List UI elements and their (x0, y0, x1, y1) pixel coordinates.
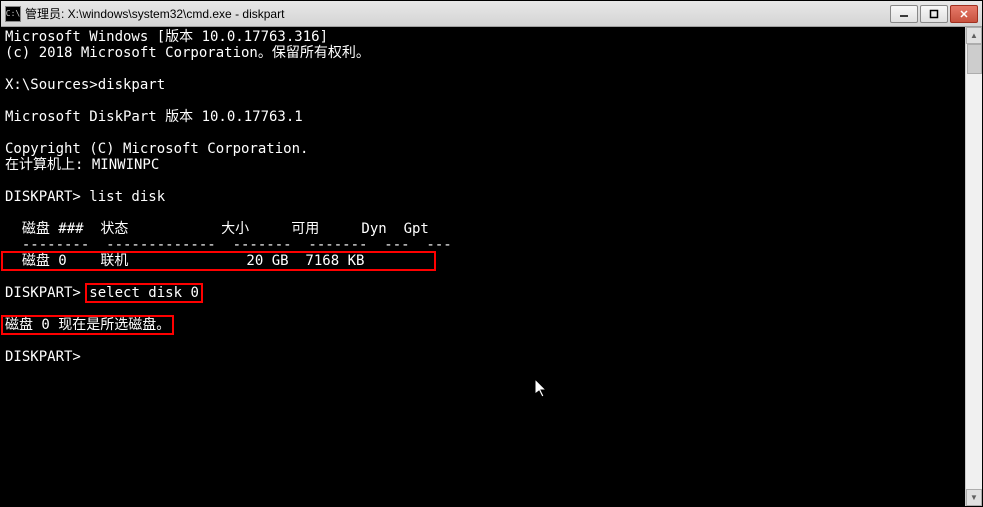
output-line (5, 205, 965, 221)
console-output[interactable]: Microsoft Windows [版本 10.0.17763.316](c)… (1, 27, 965, 506)
scroll-down-button[interactable]: ▼ (966, 489, 982, 506)
scroll-up-button[interactable]: ▲ (966, 27, 982, 44)
highlight-box: 磁盘 0 联机 20 GB 7168 KB (1, 251, 436, 271)
highlighted-disk-row: 磁盘 0 联机 20 GB 7168 KB (5, 253, 965, 269)
output-line: 在计算机上: MINWINPC (5, 157, 965, 173)
console-area: Microsoft Windows [版本 10.0.17763.316](c)… (1, 27, 982, 506)
vertical-scrollbar[interactable]: ▲ ▼ (965, 27, 982, 506)
output-line (5, 125, 965, 141)
output-line (5, 61, 965, 77)
output-line (5, 93, 965, 109)
cmd-window: C:\ 管理员: X:\windows\system32\cmd.exe - d… (1, 1, 982, 506)
highlighted-command: select disk 0 (85, 283, 203, 303)
close-button[interactable] (950, 5, 978, 23)
highlight-box: 磁盘 0 现在是所选磁盘。 (1, 315, 174, 335)
output-line: Copyright (C) Microsoft Corporation. (5, 141, 965, 157)
window-controls (890, 5, 978, 23)
output-line: (c) 2018 Microsoft Corporation。保留所有权利。 (5, 45, 965, 61)
minimize-button[interactable] (890, 5, 918, 23)
output-line: Microsoft Windows [版本 10.0.17763.316] (5, 29, 965, 45)
output-line: DISKPART> select disk 0 (5, 285, 965, 301)
titlebar[interactable]: C:\ 管理员: X:\windows\system32\cmd.exe - d… (1, 1, 982, 27)
table-header: 磁盘 ### 状态 大小 可用 Dyn Gpt (5, 221, 965, 237)
output-line (5, 333, 965, 349)
output-line: DISKPART> (5, 349, 965, 365)
maximize-button[interactable] (920, 5, 948, 23)
prompt: DISKPART> (5, 285, 89, 301)
output-line (5, 173, 965, 189)
scroll-thumb[interactable] (967, 44, 982, 74)
window-title: 管理员: X:\windows\system32\cmd.exe - diskp… (25, 5, 890, 22)
output-line: Microsoft DiskPart 版本 10.0.17763.1 (5, 109, 965, 125)
app-icon: C:\ (5, 6, 21, 22)
mouse-cursor-icon (535, 379, 549, 399)
highlighted-message: 磁盘 0 现在是所选磁盘。 (5, 317, 965, 333)
output-line: DISKPART> list disk (5, 189, 965, 205)
output-line: X:\Sources>diskpart (5, 77, 965, 93)
